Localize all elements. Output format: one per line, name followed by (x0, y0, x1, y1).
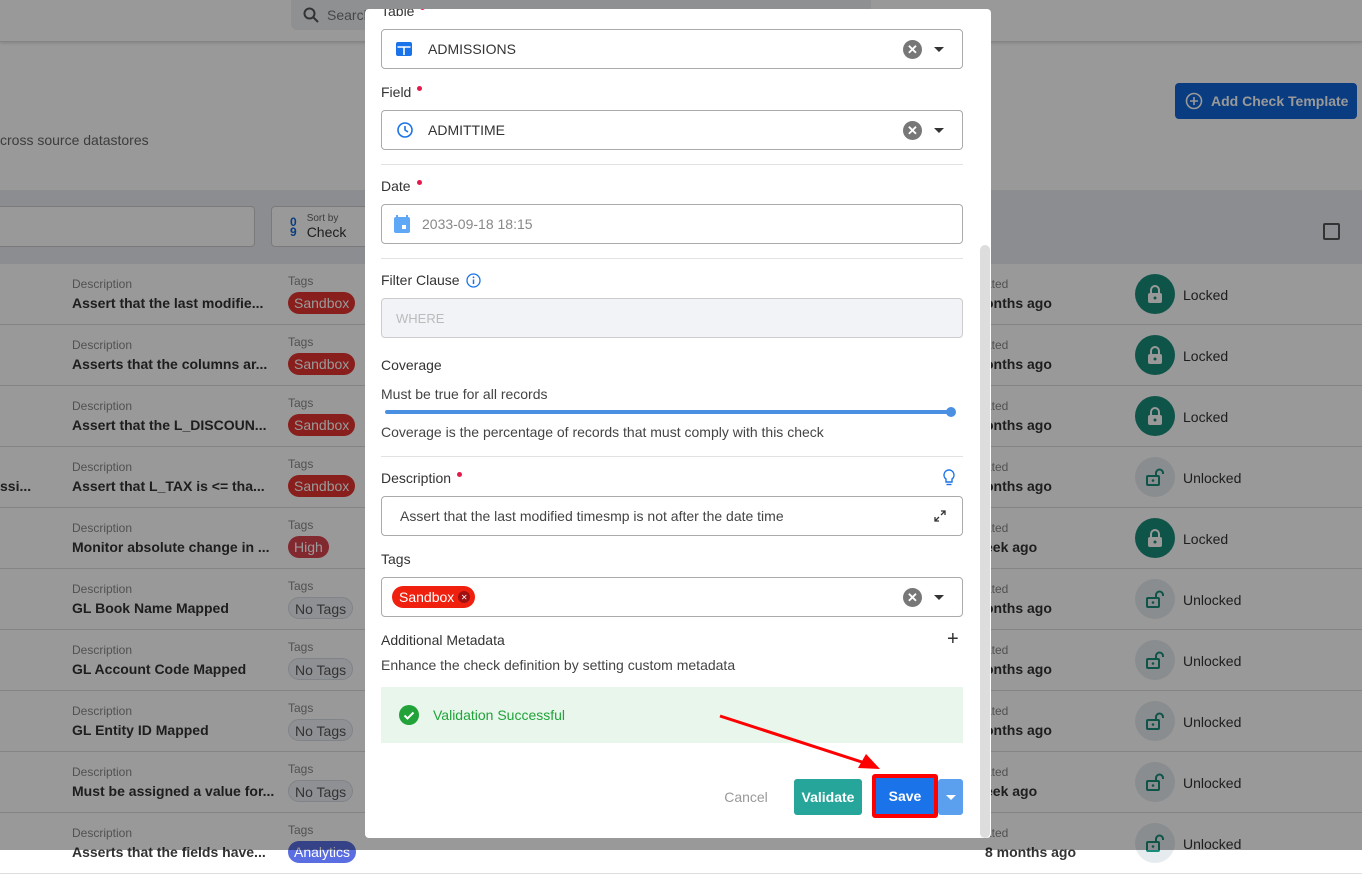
chevron-down-icon (945, 794, 956, 800)
coverage-label: Coverage (381, 357, 442, 373)
edit-check-dialog: Table ADMISSIONS ✕ Field ADMITTIME ✕ Dat… (365, 9, 991, 838)
description-value: Assert that the last modified timesmp is… (400, 508, 784, 524)
date-value: 2033-09-18 18:15 (422, 216, 533, 232)
tags-label: Tags (381, 551, 411, 567)
remove-tag-icon[interactable]: ✕ (458, 591, 471, 603)
tag-chip-sandbox[interactable]: Sandbox ✕ (392, 586, 476, 608)
metadata-label: Additional Metadata (381, 632, 505, 648)
validation-message: Validation Successful (433, 707, 566, 723)
table-select[interactable]: ADMISSIONS ✕ (381, 29, 963, 69)
save-options-button[interactable] (938, 779, 963, 815)
description-input[interactable]: Assert that the last modified timesmp is… (381, 496, 963, 536)
tag-chip-label: Sandbox (399, 589, 455, 605)
slider-handle[interactable] (946, 407, 956, 417)
table-value: ADMISSIONS (428, 41, 516, 57)
divider (381, 164, 963, 165)
filter-clause-input[interactable]: WHERE (381, 298, 963, 338)
add-metadata-icon[interactable]: + (947, 628, 959, 651)
date-label: Date (381, 178, 422, 194)
divider (381, 456, 963, 457)
coverage-help: Coverage is the percentage of records th… (381, 424, 824, 440)
expand-icon[interactable] (934, 510, 946, 522)
coverage-text: Must be true for all records (381, 386, 548, 402)
clear-icon[interactable]: ✕ (903, 40, 922, 59)
date-input[interactable]: 2033-09-18 18:15 (381, 204, 963, 244)
filter-clause-text: Filter Clause (381, 272, 460, 288)
table-icon (396, 42, 416, 56)
tags-select[interactable]: Sandbox ✕ ✕ (381, 577, 963, 617)
calendar-icon (394, 215, 414, 233)
field-value: ADMITTIME (428, 122, 505, 138)
filter-placeholder: WHERE (396, 310, 445, 326)
field-select[interactable]: ADMITTIME ✕ (381, 110, 963, 150)
check-circle-icon (399, 705, 419, 725)
cancel-button[interactable]: Cancel (715, 779, 777, 815)
lightbulb-icon[interactable] (942, 469, 956, 487)
modal-scrollbar[interactable] (980, 245, 990, 838)
validation-alert: Validation Successful (381, 687, 963, 743)
clock-icon (396, 121, 416, 139)
divider (381, 258, 963, 259)
metadata-help: Enhance the check definition by setting … (381, 657, 736, 673)
clear-icon[interactable]: ✕ (903, 588, 922, 607)
info-icon[interactable] (465, 272, 481, 288)
validate-button[interactable]: Validate (794, 779, 862, 815)
description-label: Description (381, 470, 462, 486)
save-button[interactable]: Save (872, 774, 938, 818)
dropdown-caret-icon[interactable] (934, 595, 944, 600)
filter-clause-label: Filter Clause (381, 272, 481, 288)
dropdown-caret-icon[interactable] (934, 47, 944, 52)
coverage-slider[interactable] (385, 407, 956, 417)
table-label: Table (381, 9, 425, 19)
dropdown-caret-icon[interactable] (934, 128, 944, 133)
field-label: Field (381, 84, 422, 100)
clear-icon[interactable]: ✕ (903, 121, 922, 140)
